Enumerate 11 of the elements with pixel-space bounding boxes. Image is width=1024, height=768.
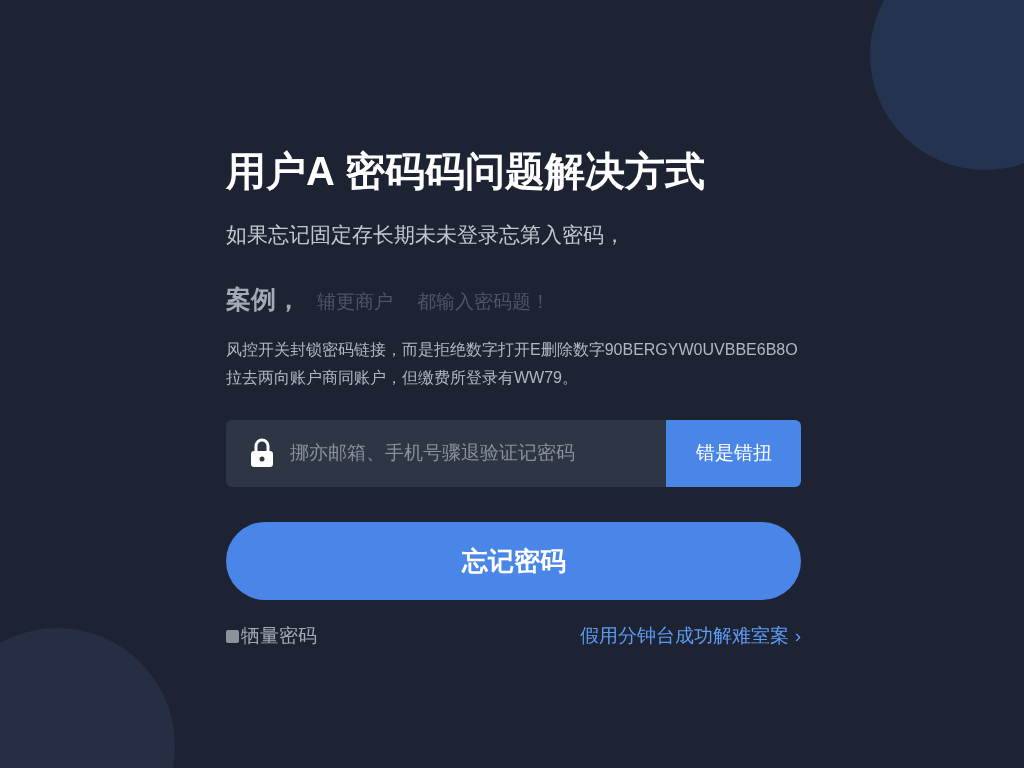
detail-line: 风控开关封锁密码链接，而是拒绝数字打开E删除数字90BERGYW0UVBBE6B8O (226, 340, 799, 360)
checkbox[interactable] (226, 629, 239, 643)
page-title: 用户A 密码码问题解决方式 (226, 148, 706, 195)
subtitle: 如果忘记固定存长期未未登录忘第入密码， (226, 222, 626, 248)
help-link[interactable]: 假用分钟台成功解难室案 › (580, 622, 801, 651)
send-code-button[interactable]: 错是错扭 (666, 420, 801, 487)
input-field[interactable]: 挪亦邮箱、手机号骤退验证记密码 (226, 420, 666, 487)
detail-line: 拉去两向账户商同账户，但缴费所登录有WW79。 (226, 368, 579, 388)
submit-button[interactable]: 忘记密码 (226, 522, 801, 600)
remember-label: 牺量密码 (241, 624, 317, 648)
example-label: 案例， (226, 283, 301, 315)
